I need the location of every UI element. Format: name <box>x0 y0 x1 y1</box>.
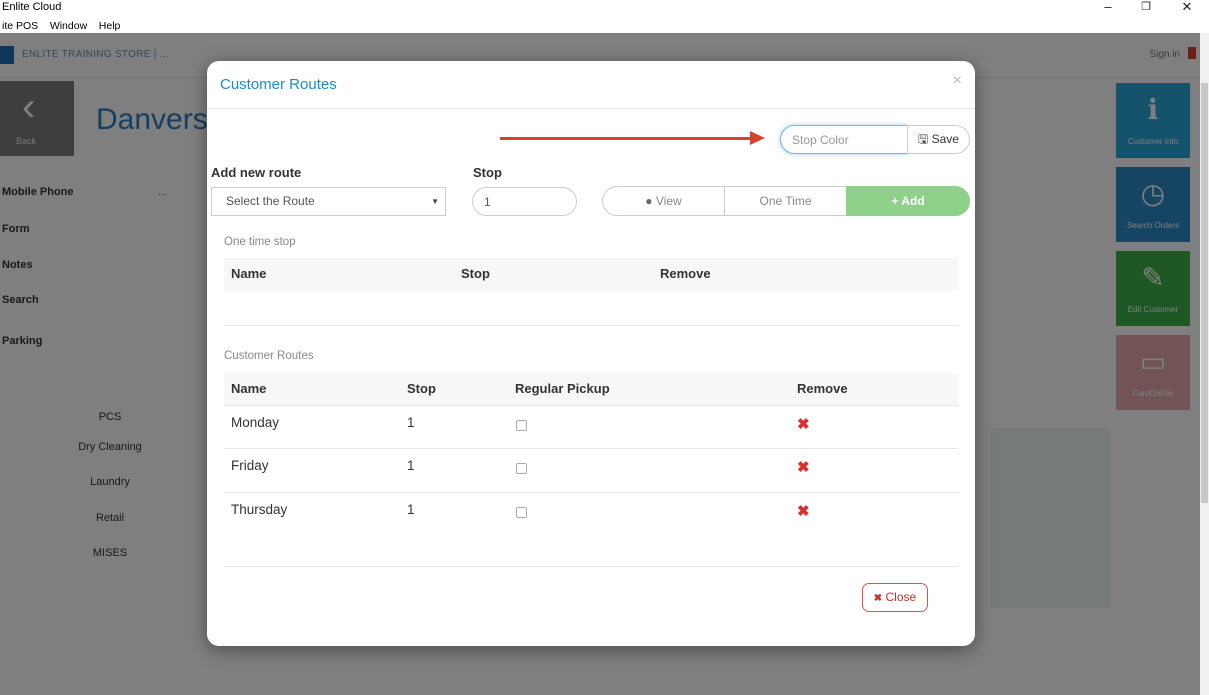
routes-table-header: Name Stop Regular Pickup Remove <box>224 373 958 405</box>
one-time-label: One Time <box>759 194 812 208</box>
add-label: Add <box>901 194 925 208</box>
plus-icon: + <box>891 194 899 208</box>
table-row: Thursday 1 ✖ <box>224 492 958 535</box>
menu-item-help[interactable]: Help <box>99 18 121 34</box>
table-row: Monday 1 ✖ <box>224 405 958 448</box>
stop-color-input[interactable] <box>780 125 908 154</box>
route-name: Monday <box>231 415 280 430</box>
save-icon: 🖫 <box>918 132 929 146</box>
one-time-button[interactable]: One Time <box>724 186 847 216</box>
close-window-button[interactable]: ✕ <box>1172 0 1202 17</box>
menu-bar: ite POS Window Help <box>0 17 1209 33</box>
column-remove: Remove <box>797 381 848 396</box>
minimize-button[interactable]: – <box>1093 0 1123 17</box>
page-scrollbar[interactable] <box>1200 33 1209 695</box>
column-stop: Stop <box>407 381 436 396</box>
column-remove: Remove <box>660 266 711 281</box>
route-stop: 1 <box>407 415 415 430</box>
scrollbar-thumb[interactable] <box>1201 83 1208 503</box>
restore-button[interactable]: ❐ <box>1131 0 1161 17</box>
stop-input[interactable] <box>472 187 577 216</box>
route-stop: 1 <box>407 502 415 517</box>
route-name: Thursday <box>231 502 288 517</box>
menu-item-pos[interactable]: ite POS <box>2 18 38 34</box>
regular-pickup-checkbox[interactable] <box>516 463 527 474</box>
close-label: Close <box>885 590 917 604</box>
stop-label: Stop <box>473 165 502 180</box>
remove-icon[interactable]: ✖ <box>797 458 810 476</box>
column-stop: Stop <box>461 266 490 281</box>
save-button[interactable]: 🖫 Save <box>907 125 970 154</box>
column-name: Name <box>231 266 267 281</box>
modal-title: Customer Routes <box>220 76 337 93</box>
regular-pickup-checkbox[interactable] <box>516 420 527 431</box>
one-time-table-header: Name Stop Remove <box>224 258 958 291</box>
window-titlebar: Enlite Cloud – ❐ ✕ <box>0 0 1209 17</box>
table-row: Friday 1 ✖ <box>224 448 958 491</box>
regular-pickup-checkbox[interactable] <box>516 507 527 518</box>
column-regular-pickup: Regular Pickup <box>515 381 610 396</box>
view-label: View <box>655 194 682 208</box>
add-route-label: Add new route <box>211 165 302 180</box>
modal-close-icon[interactable]: × <box>953 72 962 90</box>
caret-down-icon: ▼ <box>431 197 439 206</box>
customer-routes-modal: Customer Routes × 🖫 Save Add new route S… <box>207 61 975 646</box>
footer-divider <box>224 566 958 567</box>
annotation-arrow-head <box>750 131 765 145</box>
route-select-value: Select the Route <box>226 194 315 208</box>
window-title: Enlite Cloud <box>2 1 62 13</box>
remove-icon[interactable]: ✖ <box>797 415 810 433</box>
info-circle-icon: ● <box>645 194 653 208</box>
routes-section-title: Customer Routes <box>224 350 314 362</box>
view-button[interactable]: ● View <box>602 186 725 216</box>
one-time-section-title: One time stop <box>224 236 296 248</box>
route-action-group: ● View One Time + Add <box>602 186 970 216</box>
column-name: Name <box>231 381 267 396</box>
add-route-button[interactable]: + Add <box>846 186 970 216</box>
annotation-arrow <box>500 137 750 140</box>
route-select[interactable]: Select the Route ▼ <box>211 187 446 216</box>
route-stop: 1 <box>407 458 415 473</box>
remove-icon[interactable]: ✖ <box>797 502 810 520</box>
save-label: Save <box>931 132 959 146</box>
menu-item-window[interactable]: Window <box>50 18 87 34</box>
close-button[interactable]: ✖ Close <box>862 583 928 612</box>
route-name: Friday <box>231 458 269 473</box>
close-x-icon: ✖ <box>873 593 883 604</box>
section-divider <box>224 325 958 326</box>
modal-header-divider <box>207 108 975 109</box>
stop-color-group: 🖫 Save <box>780 125 971 154</box>
